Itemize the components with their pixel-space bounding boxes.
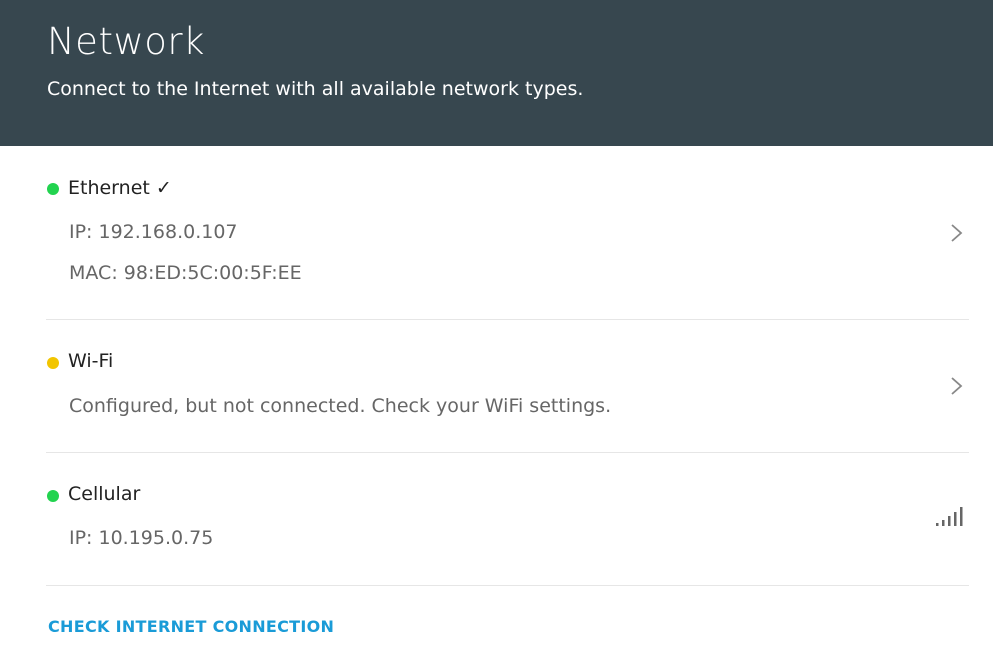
check-internet-connection-button[interactable]: CHECK INTERNET CONNECTION bbox=[48, 617, 334, 636]
chevron-right-icon[interactable] bbox=[949, 223, 965, 243]
mac-address: MAC: 98:ED:5C:00:5F:EE bbox=[69, 262, 302, 284]
status-dot-green-icon bbox=[47, 490, 59, 502]
network-name: Wi-Fi bbox=[68, 350, 114, 372]
page-header: Network Connect to the Internet with all… bbox=[0, 0, 993, 146]
page-title: Network bbox=[47, 20, 205, 63]
network-name: Ethernet ✓ bbox=[68, 177, 172, 199]
network-row-cellular: Cellular IP: 10.195.0.75 bbox=[46, 453, 969, 586]
network-row-wifi[interactable]: Wi-Fi Configured, but not connected. Che… bbox=[46, 320, 969, 453]
wifi-status-message: Configured, but not connected. Check you… bbox=[69, 395, 612, 417]
status-dot-green-icon bbox=[47, 183, 59, 195]
network-row-ethernet[interactable]: Ethernet ✓ IP: 192.168.0.107 MAC: 98:ED:… bbox=[46, 146, 969, 320]
network-name: Cellular bbox=[68, 483, 141, 505]
status-dot-yellow-icon bbox=[47, 357, 59, 369]
chevron-right-icon[interactable] bbox=[949, 376, 965, 396]
ip-address: IP: 192.168.0.107 bbox=[69, 221, 238, 243]
ip-address: IP: 10.195.0.75 bbox=[69, 527, 214, 549]
signal-strength-icon bbox=[936, 507, 963, 526]
page-subtitle: Connect to the Internet with all availab… bbox=[47, 78, 584, 100]
